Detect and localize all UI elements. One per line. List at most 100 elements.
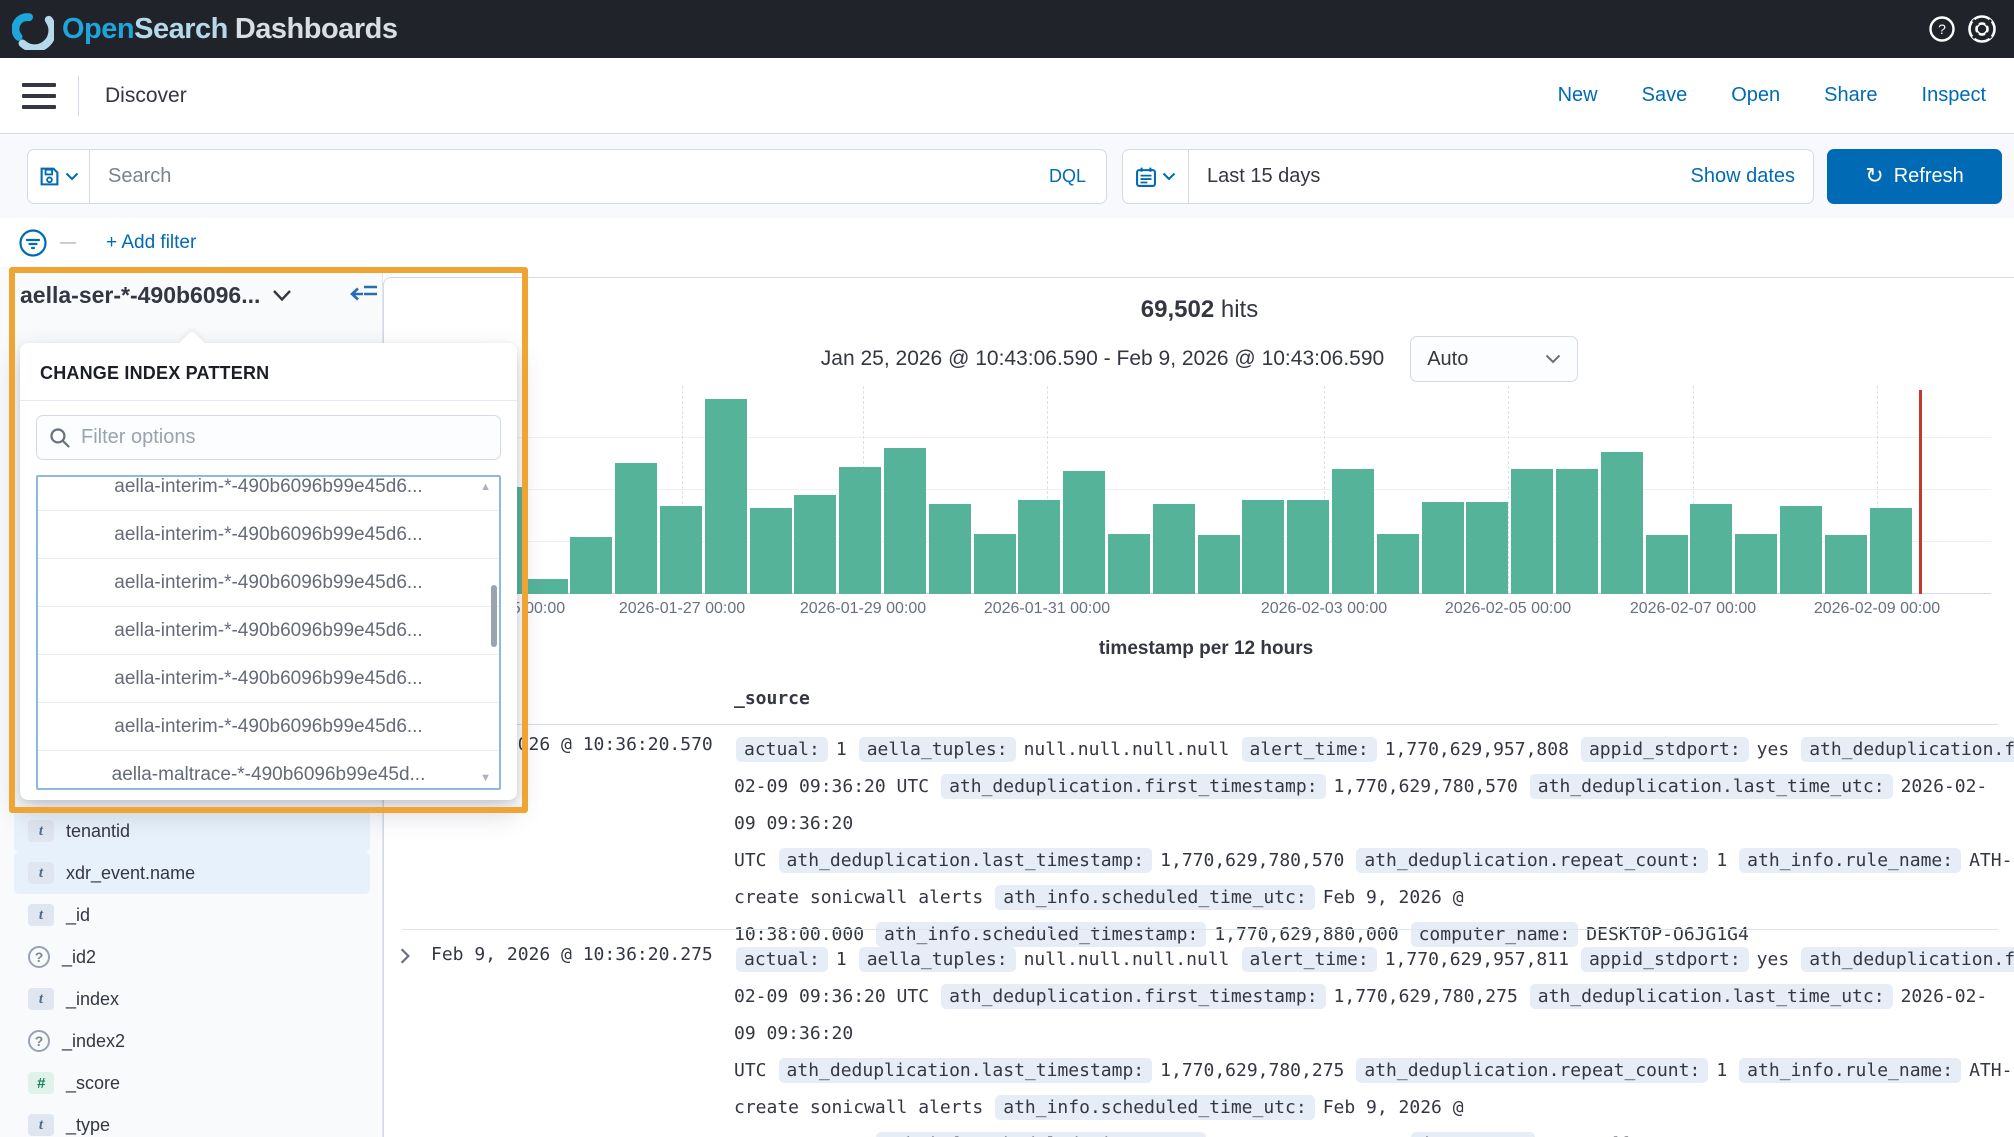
histogram-bar[interactable] bbox=[974, 534, 1016, 594]
refresh-icon: ↻ bbox=[1865, 165, 1883, 187]
histogram-bar[interactable] bbox=[1018, 500, 1060, 594]
histogram-bar[interactable] bbox=[1601, 452, 1643, 594]
index-pattern-switcher[interactable]: aella-ser-*-490b6096... bbox=[20, 282, 292, 309]
index-pattern-option[interactable]: aella-interim-*-490b6096b99e45d6... bbox=[38, 511, 499, 559]
scrollbar-thumb[interactable] bbox=[491, 585, 497, 647]
source-field-key: ath_deduplication.first_timestamp: bbox=[941, 774, 1325, 799]
sidebar-field-tenantid[interactable]: ttenantid bbox=[14, 810, 370, 852]
histogram-chart[interactable] bbox=[421, 386, 1991, 594]
histogram-bar[interactable] bbox=[1422, 502, 1464, 594]
help-icon[interactable]: ? bbox=[1928, 15, 1956, 43]
top-nav-new[interactable]: New bbox=[1558, 84, 1598, 107]
source-field-key: ath_deduplication.last_timestamp: bbox=[779, 848, 1153, 873]
histogram-bar[interactable] bbox=[660, 506, 702, 594]
histogram-bar[interactable] bbox=[1198, 535, 1240, 594]
sidebar-field-_id2[interactable]: ?_id2 bbox=[14, 936, 370, 978]
search-input[interactable] bbox=[90, 165, 1029, 188]
time-range-text: Jan 25, 2026 @ 10:43:06.590 - Feb 9, 202… bbox=[821, 347, 1384, 371]
scroll-up-icon[interactable]: ▲ bbox=[480, 481, 491, 493]
popup-filter-field[interactable] bbox=[36, 415, 501, 460]
index-pattern-option[interactable]: aella-interim-*-490b6096b99e45d6... bbox=[38, 607, 499, 655]
row-timestamp: Feb 9, 2026 @ 10:36:20.275 bbox=[431, 944, 713, 965]
add-filter-button[interactable]: + Add filter bbox=[106, 232, 196, 254]
histogram-bar[interactable] bbox=[526, 579, 568, 594]
histogram-bar[interactable] bbox=[1063, 471, 1105, 594]
field-name: tenantid bbox=[66, 821, 130, 842]
show-dates-button[interactable]: Show dates bbox=[1690, 165, 1813, 188]
histogram-bar[interactable] bbox=[839, 467, 881, 594]
top-nav-share[interactable]: Share bbox=[1824, 84, 1877, 107]
index-pattern-option[interactable]: aella-interim-*-490b6096b99e45d6... bbox=[38, 655, 499, 703]
query-bar: DQL Last 15 days Show dates ↻Refresh bbox=[0, 134, 2014, 218]
menu-icon[interactable] bbox=[22, 83, 56, 109]
index-pattern-label: aella-ser-*-490b6096... bbox=[20, 282, 260, 309]
feedback-icon[interactable] bbox=[1966, 13, 1998, 45]
query-language-button[interactable]: DQL bbox=[1029, 166, 1106, 187]
source-field-key: ath_info.scheduled_time_utc: bbox=[995, 1095, 1314, 1120]
histogram-bar[interactable] bbox=[1690, 504, 1732, 594]
time-range-value[interactable]: Last 15 days bbox=[1189, 165, 1320, 188]
source-field-key: ath_deduplication.repeat_count: bbox=[1356, 848, 1708, 873]
gridline bbox=[421, 437, 1991, 438]
source-field-key: ath_deduplication.last_time_utc: bbox=[1530, 774, 1893, 799]
histogram-bar[interactable] bbox=[750, 508, 792, 594]
sidebar-field-xdr_event.name[interactable]: txdr_event.name bbox=[14, 852, 370, 894]
histogram-axis-title: timestamp per 12 hours bbox=[421, 638, 1991, 660]
opensearch-logo[interactable]: OpenSearchDashboards bbox=[12, 8, 397, 50]
histogram-bar[interactable] bbox=[1870, 508, 1912, 594]
field-type-icon-string: t bbox=[28, 988, 54, 1010]
histogram-bar[interactable] bbox=[1377, 534, 1419, 594]
row-source-cell: actual:1aella_tuples:null.null.null.null… bbox=[734, 731, 2008, 953]
index-pattern-option[interactable]: aella-interim-*-490b6096b99e45d6... bbox=[38, 475, 499, 511]
histogram-bar[interactable] bbox=[1153, 504, 1195, 594]
interval-select[interactable]: Auto bbox=[1410, 336, 1578, 382]
field-name: _index bbox=[66, 989, 119, 1010]
expand-row-icon[interactable] bbox=[396, 947, 416, 967]
histogram-bar[interactable] bbox=[1287, 500, 1329, 594]
scroll-down-icon[interactable]: ▼ bbox=[480, 772, 491, 784]
filter-options-icon[interactable] bbox=[18, 228, 48, 258]
top-nav-inspect[interactable]: Inspect bbox=[1922, 84, 1986, 107]
top-nav-open[interactable]: Open bbox=[1731, 84, 1780, 107]
histogram-bar[interactable] bbox=[1825, 535, 1867, 594]
index-pattern-option[interactable]: aella-maltrace-*-490b6096b99e45d... bbox=[38, 751, 499, 790]
histogram-bar[interactable] bbox=[615, 463, 657, 594]
histogram-bar[interactable] bbox=[1332, 469, 1374, 594]
index-pattern-option[interactable]: aella-interim-*-490b6096b99e45d6... bbox=[38, 559, 499, 607]
save-icon bbox=[39, 166, 60, 187]
sidebar-field-_index[interactable]: t _index bbox=[14, 978, 370, 1020]
saved-query-menu-button[interactable] bbox=[28, 150, 90, 203]
refresh-button[interactable]: ↻Refresh bbox=[1827, 149, 2002, 204]
source-column-header[interactable]: _source bbox=[734, 688, 810, 709]
date-quick-select-button[interactable] bbox=[1123, 150, 1189, 203]
source-field-key: dscp_name: bbox=[1411, 1132, 1535, 1137]
top-nav-save[interactable]: Save bbox=[1642, 84, 1688, 107]
field-name: _type bbox=[66, 1115, 110, 1136]
sidebar-field-_index2[interactable]: ?_index2 bbox=[14, 1020, 370, 1062]
histogram-bar[interactable] bbox=[1466, 502, 1508, 594]
histogram-bar[interactable] bbox=[1242, 500, 1284, 594]
histogram-bar[interactable] bbox=[570, 537, 612, 594]
histogram-bar[interactable] bbox=[1735, 534, 1777, 594]
source-field-value: 1,770,629,957,811 bbox=[1385, 949, 1569, 970]
histogram-bar[interactable] bbox=[1511, 469, 1553, 594]
sidebar-field-_score[interactable]: #_score bbox=[14, 1062, 370, 1104]
histogram-bar[interactable] bbox=[929, 504, 971, 594]
row-divider bbox=[402, 929, 1998, 930]
x-tick-label: 2026-01-31 00:00 bbox=[984, 600, 1110, 618]
histogram-bar[interactable] bbox=[1556, 469, 1598, 594]
sidebar-field-_id[interactable]: t_id bbox=[14, 894, 370, 936]
histogram-bar[interactable] bbox=[794, 495, 836, 594]
popup-filter-input[interactable] bbox=[81, 426, 488, 449]
sidebar-field-_type[interactable]: t_type bbox=[14, 1104, 370, 1137]
x-tick-label: 2026-01-27 00:00 bbox=[619, 600, 745, 618]
histogram-bar[interactable] bbox=[1780, 506, 1822, 594]
index-pattern-option-list[interactable]: aella-interim-*-490b6096b99e45d6...aella… bbox=[36, 475, 501, 790]
histogram-bar[interactable] bbox=[705, 399, 747, 594]
histogram-bar[interactable] bbox=[884, 448, 926, 594]
index-pattern-option[interactable]: aella-interim-*-490b6096b99e45d6... bbox=[38, 703, 499, 751]
collapse-sidebar-icon[interactable] bbox=[350, 282, 380, 306]
popup-title: CHANGE INDEX PATTERN bbox=[20, 343, 517, 400]
histogram-bar[interactable] bbox=[1108, 534, 1150, 594]
histogram-bar[interactable] bbox=[1646, 535, 1688, 594]
